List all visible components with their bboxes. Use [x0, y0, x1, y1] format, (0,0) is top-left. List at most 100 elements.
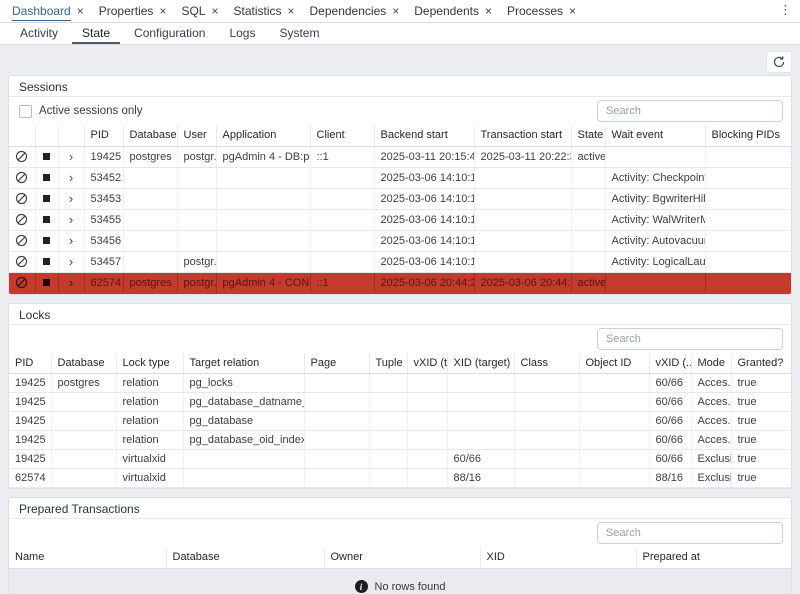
- locks-search-input[interactable]: [597, 328, 783, 350]
- table-row[interactable]: ›19425postgrespostgr...pgAdmin 4 - DB:po…: [9, 146, 791, 167]
- column-header-vxid-t[interactable]: vXID (t...: [407, 353, 447, 374]
- subtab-logs[interactable]: Logs: [219, 24, 265, 44]
- column-header-database[interactable]: Database: [166, 547, 324, 568]
- cancel-session-button[interactable]: [9, 272, 35, 293]
- expand-row-button[interactable]: ›: [58, 146, 84, 167]
- column-header-database[interactable]: Database: [51, 353, 116, 374]
- terminate-session-button[interactable]: [35, 230, 58, 251]
- cancel-session-icon: [15, 255, 28, 268]
- cancel-session-icon: [15, 234, 28, 247]
- subtab-state[interactable]: State: [72, 24, 120, 44]
- sessions-search-input[interactable]: [597, 100, 783, 122]
- expand-row-button[interactable]: ›: [58, 272, 84, 293]
- column-header-client[interactable]: Client: [310, 125, 374, 146]
- table-row[interactable]: ›534562025-03-06 14:10:11 ...Activity: A…: [9, 230, 791, 251]
- column-header-page[interactable]: Page: [304, 353, 369, 374]
- table-row[interactable]: ›53457postgr...2025-03-06 14:10:11 ...Ac…: [9, 251, 791, 272]
- column-header-prepared-at[interactable]: Prepared at: [636, 547, 791, 568]
- expand-row-button[interactable]: ›: [58, 230, 84, 251]
- column-header-object-id[interactable]: Object ID: [579, 353, 649, 374]
- table-row[interactable]: ›534532025-03-06 14:10:11 ...Activity: B…: [9, 188, 791, 209]
- cancel-session-button[interactable]: [9, 188, 35, 209]
- table-row[interactable]: 62574virtualxid88/1688/16Exclusi...true: [9, 469, 791, 488]
- prepared-search-input[interactable]: [597, 522, 783, 544]
- terminate-session-button[interactable]: [35, 146, 58, 167]
- expand-row-button[interactable]: ›: [58, 167, 84, 188]
- table-cell: [51, 431, 116, 450]
- terminate-session-button[interactable]: [35, 188, 58, 209]
- column-header-name[interactable]: Name: [9, 547, 166, 568]
- tab-dependents[interactable]: Dependents×: [410, 0, 503, 22]
- column-header-target-relation[interactable]: Target relation: [183, 353, 304, 374]
- table-cell: Activity: Autovacuum...: [605, 230, 705, 251]
- close-tab-icon[interactable]: ×: [485, 5, 492, 17]
- table-cell: Activity: Checkpointe...: [605, 167, 705, 188]
- expand-row-button[interactable]: ›: [58, 209, 84, 230]
- table-cell: postgr...: [177, 272, 216, 293]
- tab-dependencies[interactable]: Dependencies×: [306, 0, 411, 22]
- column-header-class[interactable]: Class: [514, 353, 579, 374]
- table-cell: 53455: [84, 209, 123, 230]
- table-row[interactable]: 19425postgresrelationpg_locks60/66Acces.…: [9, 374, 791, 393]
- column-header-application[interactable]: Application: [216, 125, 310, 146]
- column-header-owner[interactable]: Owner: [324, 547, 480, 568]
- refresh-button[interactable]: [766, 51, 792, 73]
- cancel-session-button[interactable]: [9, 251, 35, 272]
- column-header-blocking-pids[interactable]: Blocking PIDs: [705, 125, 791, 146]
- subtab-activity[interactable]: Activity: [10, 24, 68, 44]
- table-row[interactable]: 19425relationpg_database_oid_index60/66A…: [9, 431, 791, 450]
- table-row[interactable]: ›534552025-03-06 14:10:11 ...Activity: W…: [9, 209, 791, 230]
- column-header-xid[interactable]: XID: [480, 547, 636, 568]
- column-header-wait-event[interactable]: Wait event: [605, 125, 705, 146]
- column-header-state[interactable]: State: [571, 125, 605, 146]
- table-row[interactable]: 19425relationpg_database60/66Acces...tru…: [9, 412, 791, 431]
- table-row[interactable]: 19425relationpg_database_datname_ind...6…: [9, 393, 791, 412]
- cancel-session-button[interactable]: [9, 146, 35, 167]
- close-tab-icon[interactable]: ×: [569, 5, 576, 17]
- terminate-session-button[interactable]: [35, 167, 58, 188]
- column-header-tuple[interactable]: Tuple: [369, 353, 407, 374]
- kebab-menu-icon[interactable]: ⋮: [779, 2, 792, 18]
- subtab-system[interactable]: System: [269, 24, 329, 44]
- terminate-session-button[interactable]: [35, 272, 58, 293]
- cancel-session-button[interactable]: [9, 209, 35, 230]
- column-header-granted[interactable]: Granted?: [731, 353, 791, 374]
- column-header-lock-type[interactable]: Lock type: [116, 353, 183, 374]
- cancel-session-icon: [15, 150, 28, 163]
- close-tab-icon[interactable]: ×: [392, 5, 399, 17]
- cancel-session-button[interactable]: [9, 167, 35, 188]
- column-header-mode[interactable]: Mode: [691, 353, 731, 374]
- table-row[interactable]: ›62574postgrespostgr...pgAdmin 4 - CONN:…: [9, 272, 791, 293]
- terminate-session-button[interactable]: [35, 209, 58, 230]
- table-cell: [571, 188, 605, 209]
- expand-row-button[interactable]: ›: [58, 188, 84, 209]
- column-header-user[interactable]: User: [177, 125, 216, 146]
- tab-sql[interactable]: SQL×: [177, 0, 229, 22]
- column-header-database[interactable]: Database: [123, 125, 177, 146]
- terminate-session-button[interactable]: [35, 251, 58, 272]
- column-header-backend-start[interactable]: Backend start: [374, 125, 474, 146]
- tab-dashboard[interactable]: Dashboard×: [8, 0, 95, 22]
- tab-properties[interactable]: Properties×: [95, 0, 178, 22]
- subtab-configuration[interactable]: Configuration: [124, 24, 215, 44]
- expand-row-button[interactable]: ›: [58, 251, 84, 272]
- table-cell: 88/16: [649, 469, 691, 488]
- cancel-session-button[interactable]: [9, 230, 35, 251]
- table-row[interactable]: 19425virtualxid60/6660/66Exclusi...true: [9, 450, 791, 469]
- column-header-xid-target[interactable]: XID (target): [447, 353, 514, 374]
- tab-statistics[interactable]: Statistics×: [229, 0, 305, 22]
- table-cell: 19425: [9, 412, 51, 431]
- column-header-vxid[interactable]: vXID (...: [649, 353, 691, 374]
- close-tab-icon[interactable]: ×: [288, 5, 295, 17]
- close-tab-icon[interactable]: ×: [159, 5, 166, 17]
- column-header-pid[interactable]: PID: [9, 353, 51, 374]
- column-header-pid[interactable]: PID: [84, 125, 123, 146]
- table-cell: [474, 167, 571, 188]
- tab-processes[interactable]: Processes×: [503, 0, 587, 22]
- table-cell: [304, 393, 369, 412]
- active-sessions-only-checkbox[interactable]: [19, 105, 32, 118]
- column-header-transaction-start[interactable]: Transaction start: [474, 125, 571, 146]
- close-tab-icon[interactable]: ×: [211, 5, 218, 17]
- close-tab-icon[interactable]: ×: [77, 5, 84, 17]
- table-row[interactable]: ›534522025-03-06 14:10:11 ...Activity: C…: [9, 167, 791, 188]
